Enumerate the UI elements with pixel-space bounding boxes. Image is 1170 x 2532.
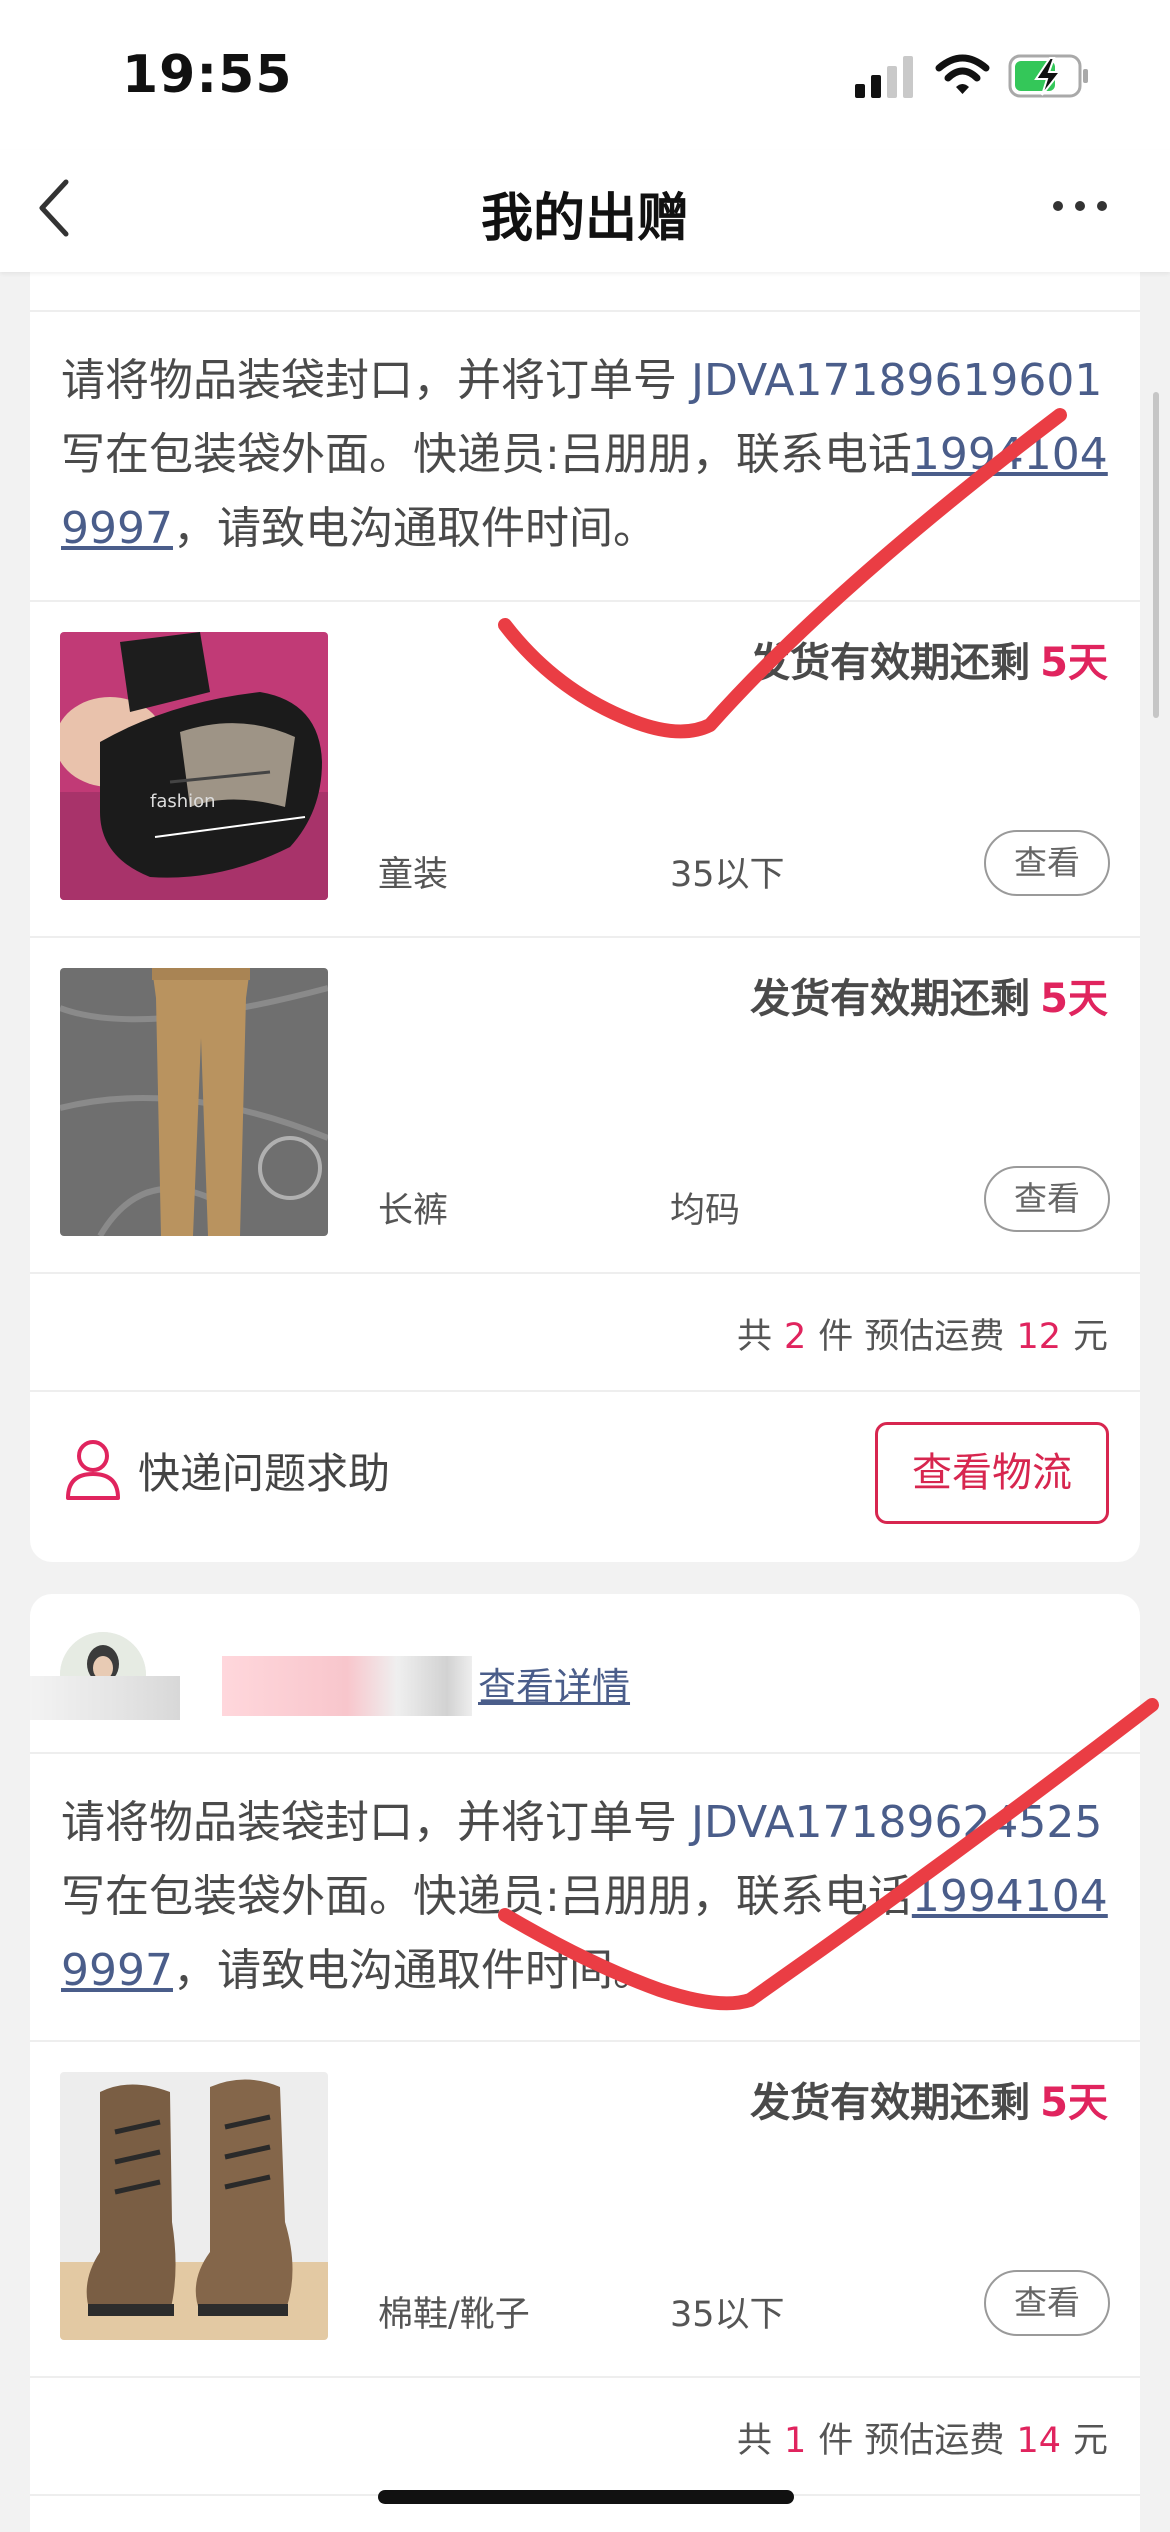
wifi-icon <box>935 54 990 94</box>
scroll-indicator[interactable] <box>1153 392 1159 718</box>
summary-text: 共 <box>737 1317 773 1357</box>
deadline-days: 5天 <box>1040 2080 1108 2126</box>
signal-icon <box>855 56 913 98</box>
view-button[interactable]: 查看 <box>984 830 1110 896</box>
list-item: 发货有效期还剩 5天 长裤 均码 查看 <box>30 938 1140 1272</box>
status-bar: 19:55 <box>0 0 1170 150</box>
deadline-label: 发货有效期还剩 <box>750 640 1031 686</box>
item-size: 35以下 <box>670 855 785 895</box>
shipping-deadline: 发货有效期还剩 5天 <box>750 630 1108 688</box>
divider <box>30 1272 1140 1274</box>
summary-text: 共 <box>737 2421 773 2461</box>
deadline-label: 发货有效期还剩 <box>750 2080 1031 2126</box>
order-card: 请将物品装袋封口，并将订单号 JDVA17189619601 写在包装袋外面。快… <box>30 230 1140 1562</box>
item-size: 均码 <box>670 1191 741 1231</box>
shipping-fee: 14 <box>1016 2421 1061 2461</box>
summary-text: 件 预估运费 <box>818 1317 1005 1357</box>
divider <box>30 310 1140 312</box>
nav-bar: 我的出赠 <box>0 150 1170 272</box>
view-logistics-button[interactable]: 查看物流 <box>875 1422 1109 1524</box>
deadline-days: 5天 <box>1040 976 1108 1022</box>
item-count: 2 <box>784 1317 807 1357</box>
list-item: fashion 发货有效期还剩 5天 童装 35以下 查看 <box>30 602 1140 936</box>
instruction-text: 请将物品装袋封口，并将订单号 <box>61 1797 677 1848</box>
view-button[interactable]: 查看 <box>984 1166 1110 1232</box>
item-category: 棉鞋/靴子 <box>378 2295 530 2335</box>
deadline-label: 发货有效期还剩 <box>750 976 1031 1022</box>
product-image[interactable] <box>60 2072 328 2340</box>
order-card: 查看详情 请将物品装袋封口，并将订单号 JDVA17189624525 写在包装… <box>30 1594 1140 2532</box>
instruction-text: 写在包装袋外面。快递员:吕朋朋，联系电话 <box>61 1871 912 1922</box>
view-button[interactable]: 查看 <box>984 2270 1110 2336</box>
redacted-name <box>30 1676 180 1720</box>
shipping-fee: 12 <box>1016 1317 1061 1357</box>
shipping-deadline: 发货有效期还剩 5天 <box>750 966 1108 1024</box>
instruction-text: 请将物品装袋封口，并将订单号 <box>61 355 677 406</box>
divider <box>30 1752 1140 1754</box>
order-summary: 共1 件 预估运费 14 元 <box>737 2412 1108 2463</box>
item-size: 35以下 <box>670 2295 785 2335</box>
item-count: 1 <box>784 2421 807 2461</box>
battery-charging-icon <box>1008 54 1088 98</box>
summary-text: 件 预估运费 <box>818 2421 1005 2461</box>
courier-help-link[interactable]: 快递问题求助 <box>138 1440 390 1501</box>
list-item: 发货有效期还剩 5天 棉鞋/靴子 35以下 查看 <box>30 2042 1140 2376</box>
divider <box>30 2376 1140 2378</box>
item-category: 童装 <box>378 855 449 895</box>
shipping-deadline: 发货有效期还剩 5天 <box>750 2070 1108 2128</box>
order-summary: 共2 件 预估运费 12 元 <box>737 1308 1108 1359</box>
product-image[interactable] <box>60 968 328 1236</box>
deadline-days: 5天 <box>1040 640 1108 686</box>
page-title: 我的出赠 <box>480 189 689 249</box>
user-outline-icon[interactable] <box>64 1438 122 1500</box>
summary-text: 元 <box>1072 1317 1108 1357</box>
home-indicator[interactable] <box>378 2490 794 2504</box>
instruction-text: ，请致电沟通取件时间。 <box>172 503 657 554</box>
product-image[interactable]: fashion <box>60 632 328 900</box>
shipping-instruction: 请将物品装袋封口，并将订单号 JDVA17189624525 写在包装袋外面。快… <box>61 1786 1111 2008</box>
item-category: 长裤 <box>378 1191 449 1231</box>
divider <box>30 1390 1140 1392</box>
summary-text: 元 <box>1072 2421 1108 2461</box>
order-number: JDVA17189624525 <box>691 1797 1103 1848</box>
redacted-receiver <box>222 1656 472 1716</box>
instruction-text: ，请致电沟通取件时间。 <box>172 1945 657 1996</box>
svg-text:fashion: fashion <box>150 791 216 812</box>
instruction-text: 写在包装袋外面。快递员:吕朋朋，联系电话 <box>61 429 912 480</box>
order-number: JDVA17189619601 <box>691 355 1103 406</box>
shipping-instruction: 请将物品装袋封口，并将订单号 JDVA17189619601 写在包装袋外面。快… <box>61 344 1111 566</box>
more-dots-icon[interactable] <box>1050 196 1110 216</box>
status-time: 19:55 <box>122 45 293 105</box>
view-details-link[interactable]: 查看详情 <box>478 1656 630 1711</box>
